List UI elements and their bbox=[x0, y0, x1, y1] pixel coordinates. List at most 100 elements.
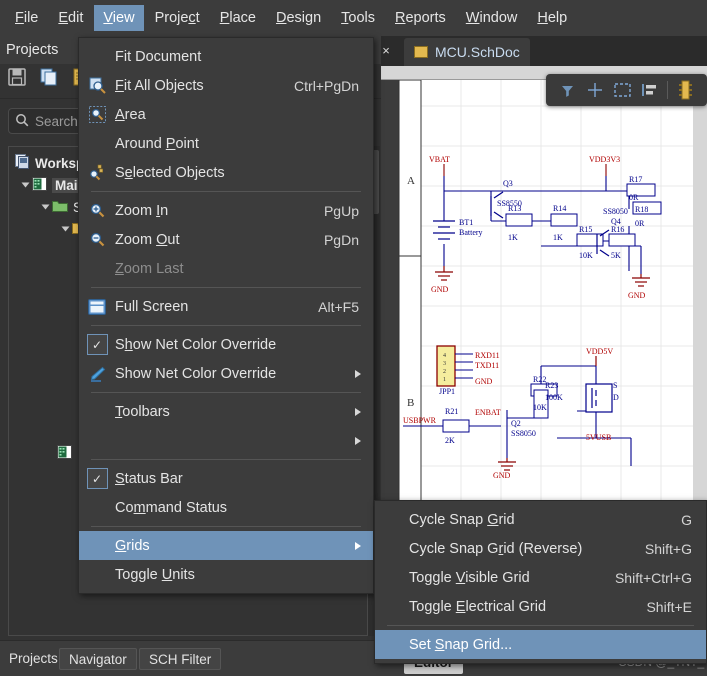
svg-text:USBPWR: USBPWR bbox=[403, 416, 437, 425]
menu-item-zoom-out[interactable]: Zoom Out PgDn bbox=[79, 225, 373, 254]
menu-item-zoom-in[interactable]: Zoom In PgUp bbox=[79, 196, 373, 225]
svg-text:0R: 0R bbox=[629, 193, 639, 202]
chevron-down-icon[interactable] bbox=[42, 205, 50, 210]
svg-text:R14: R14 bbox=[553, 204, 566, 213]
menu-item-label: Full Screen bbox=[115, 299, 318, 315]
svg-text:2K: 2K bbox=[445, 436, 455, 445]
menu-item-around-point[interactable]: Around Point bbox=[79, 129, 373, 158]
svg-text:Q2: Q2 bbox=[511, 419, 521, 428]
check-icon: ✓ bbox=[92, 473, 102, 485]
menu-item-command-status[interactable]: Command Status bbox=[79, 493, 373, 522]
svg-text:R15: R15 bbox=[579, 225, 592, 234]
submenu-item-toggle-visible-grid[interactable]: Toggle Visible Grid Shift+Ctrl+G bbox=[375, 563, 706, 592]
schdoc-icon bbox=[414, 46, 428, 58]
menu-reports[interactable]: Reports bbox=[386, 5, 455, 31]
svg-text:VBAT: VBAT bbox=[429, 155, 450, 164]
menu-item-accel: PgUp bbox=[324, 203, 373, 219]
menu-item-label: Zoom Out bbox=[115, 232, 324, 248]
svg-text:1: 1 bbox=[443, 377, 446, 383]
bottom-tab-navigator[interactable]: Navigator bbox=[59, 648, 137, 670]
align-icon[interactable] bbox=[636, 78, 663, 102]
menu-item-fit-all-objects[interactable]: Fit All Objects Ctrl+PgDn bbox=[79, 71, 373, 100]
workspace-icon bbox=[15, 154, 30, 172]
menu-item-status-bar[interactable]: ✓ Status Bar bbox=[79, 464, 373, 493]
svg-text:S: S bbox=[613, 381, 617, 390]
submenu-item-cycle-snap-grid-reverse[interactable]: Cycle Snap Grid (Reverse) Shift+G bbox=[375, 534, 706, 563]
checkbox[interactable]: ✓ bbox=[87, 334, 108, 355]
menu-item-show-net-color-override[interactable]: ✓ Show Net Color Override bbox=[79, 330, 373, 359]
submenu-item-cycle-snap-grid[interactable]: Cycle Snap Grid G bbox=[375, 505, 706, 534]
menu-separator bbox=[91, 392, 361, 393]
copy-icon[interactable] bbox=[40, 68, 58, 89]
svg-text:VDD3V3: VDD3V3 bbox=[589, 155, 620, 164]
toolbar-separator bbox=[667, 81, 668, 99]
menu-item-zoom-last: Zoom Last bbox=[79, 254, 373, 283]
icon-gutter bbox=[375, 630, 409, 659]
menu-item-label: Grids bbox=[115, 538, 355, 554]
chevron-down-icon[interactable] bbox=[62, 227, 70, 232]
close-icon[interactable]: × bbox=[373, 38, 399, 64]
view-dropdown-menu[interactable]: Fit Document Fit All Objects Ctrl+PgDn A… bbox=[78, 37, 374, 594]
menu-item-set-net-colors[interactable]: Show Net Color Override bbox=[79, 359, 373, 388]
menu-item-panels[interactable] bbox=[79, 426, 373, 455]
menu-place[interactable]: Place bbox=[211, 5, 265, 31]
svg-text:B: B bbox=[407, 397, 414, 409]
menu-item-grids[interactable]: Grids bbox=[79, 531, 373, 560]
menu-item-full-screen[interactable]: Full Screen Alt+F5 bbox=[79, 292, 373, 321]
menu-tools[interactable]: Tools bbox=[332, 5, 384, 31]
svg-text:SS8050: SS8050 bbox=[603, 207, 628, 216]
tree-item-workspace[interactable]: Worksp bbox=[15, 153, 84, 173]
menu-window[interactable]: Window bbox=[457, 5, 527, 31]
menu-item-label: Toolbars bbox=[115, 404, 355, 420]
grids-submenu[interactable]: Cycle Snap Grid G Cycle Snap Grid (Rever… bbox=[374, 500, 707, 664]
submenu-item-set-snap-grid[interactable]: Set Snap Grid... bbox=[375, 630, 706, 659]
submenu-item-toggle-electrical-grid[interactable]: Toggle Electrical Grid Shift+E bbox=[375, 592, 706, 621]
icon-gutter bbox=[79, 42, 115, 71]
select-zoom-icon bbox=[79, 158, 115, 187]
menu-item-toggle-units[interactable]: Toggle Units bbox=[79, 560, 373, 589]
filter-icon[interactable] bbox=[554, 78, 581, 102]
menu-item-selected-objects[interactable]: Selected Objects bbox=[79, 158, 373, 187]
menu-item-accel: Shift+G bbox=[645, 541, 706, 557]
menu-file-rest: ile bbox=[24, 10, 39, 26]
menu-item-label: Cycle Snap Grid bbox=[409, 512, 681, 528]
menu-item-fit-document[interactable]: Fit Document bbox=[79, 42, 373, 71]
menu-separator bbox=[387, 625, 694, 626]
svg-text:GND: GND bbox=[493, 471, 511, 480]
menu-item-label: Zoom Last bbox=[115, 261, 359, 277]
menu-item-label: Zoom In bbox=[115, 203, 324, 219]
menu-help[interactable]: Help bbox=[528, 5, 576, 31]
schematic-float-toolbar[interactable] bbox=[546, 74, 707, 106]
bottom-tab-projects[interactable]: Projects bbox=[0, 648, 67, 670]
sch-icon bbox=[57, 445, 72, 462]
checkbox-checked-icon[interactable]: ✓ bbox=[79, 464, 115, 493]
menu-project[interactable]: Project bbox=[146, 5, 209, 31]
menu-design[interactable]: Design bbox=[267, 5, 330, 31]
menu-item-label: Area bbox=[115, 107, 359, 123]
menu-separator bbox=[91, 191, 361, 192]
menu-item-toolbars[interactable]: Toolbars bbox=[79, 397, 373, 426]
menu-bar[interactable]: File Edit View Project Place Design Tool… bbox=[0, 0, 707, 36]
bottom-tab-sch-filter[interactable]: SCH Filter bbox=[139, 648, 221, 670]
icon-gutter bbox=[79, 560, 115, 589]
save-icon[interactable] bbox=[8, 68, 26, 89]
chevron-right-icon bbox=[355, 370, 361, 378]
zoom-in-icon bbox=[79, 196, 115, 225]
menu-item-accel: Shift+Ctrl+G bbox=[615, 570, 706, 586]
component-icon[interactable] bbox=[672, 78, 699, 102]
menu-item-area[interactable]: Area bbox=[79, 100, 373, 129]
menu-view[interactable]: View bbox=[94, 5, 143, 31]
chevron-down-icon[interactable] bbox=[22, 183, 30, 188]
menu-separator bbox=[91, 325, 361, 326]
menu-edit-rest: dit bbox=[68, 10, 83, 26]
checkbox[interactable]: ✓ bbox=[87, 468, 108, 489]
svg-text:Battery: Battery bbox=[459, 228, 483, 237]
pen-icon bbox=[79, 359, 115, 388]
marquee-select-icon[interactable] bbox=[608, 78, 635, 102]
checkbox-checked-icon[interactable]: ✓ bbox=[79, 330, 115, 359]
menu-item-accel: G bbox=[681, 512, 706, 528]
menu-edit[interactable]: Edit bbox=[49, 5, 92, 31]
crosshair-icon[interactable] bbox=[581, 78, 608, 102]
menu-file[interactable]: File bbox=[6, 5, 47, 31]
tab-mcu-schdoc[interactable]: MCU.SchDoc bbox=[404, 38, 530, 66]
